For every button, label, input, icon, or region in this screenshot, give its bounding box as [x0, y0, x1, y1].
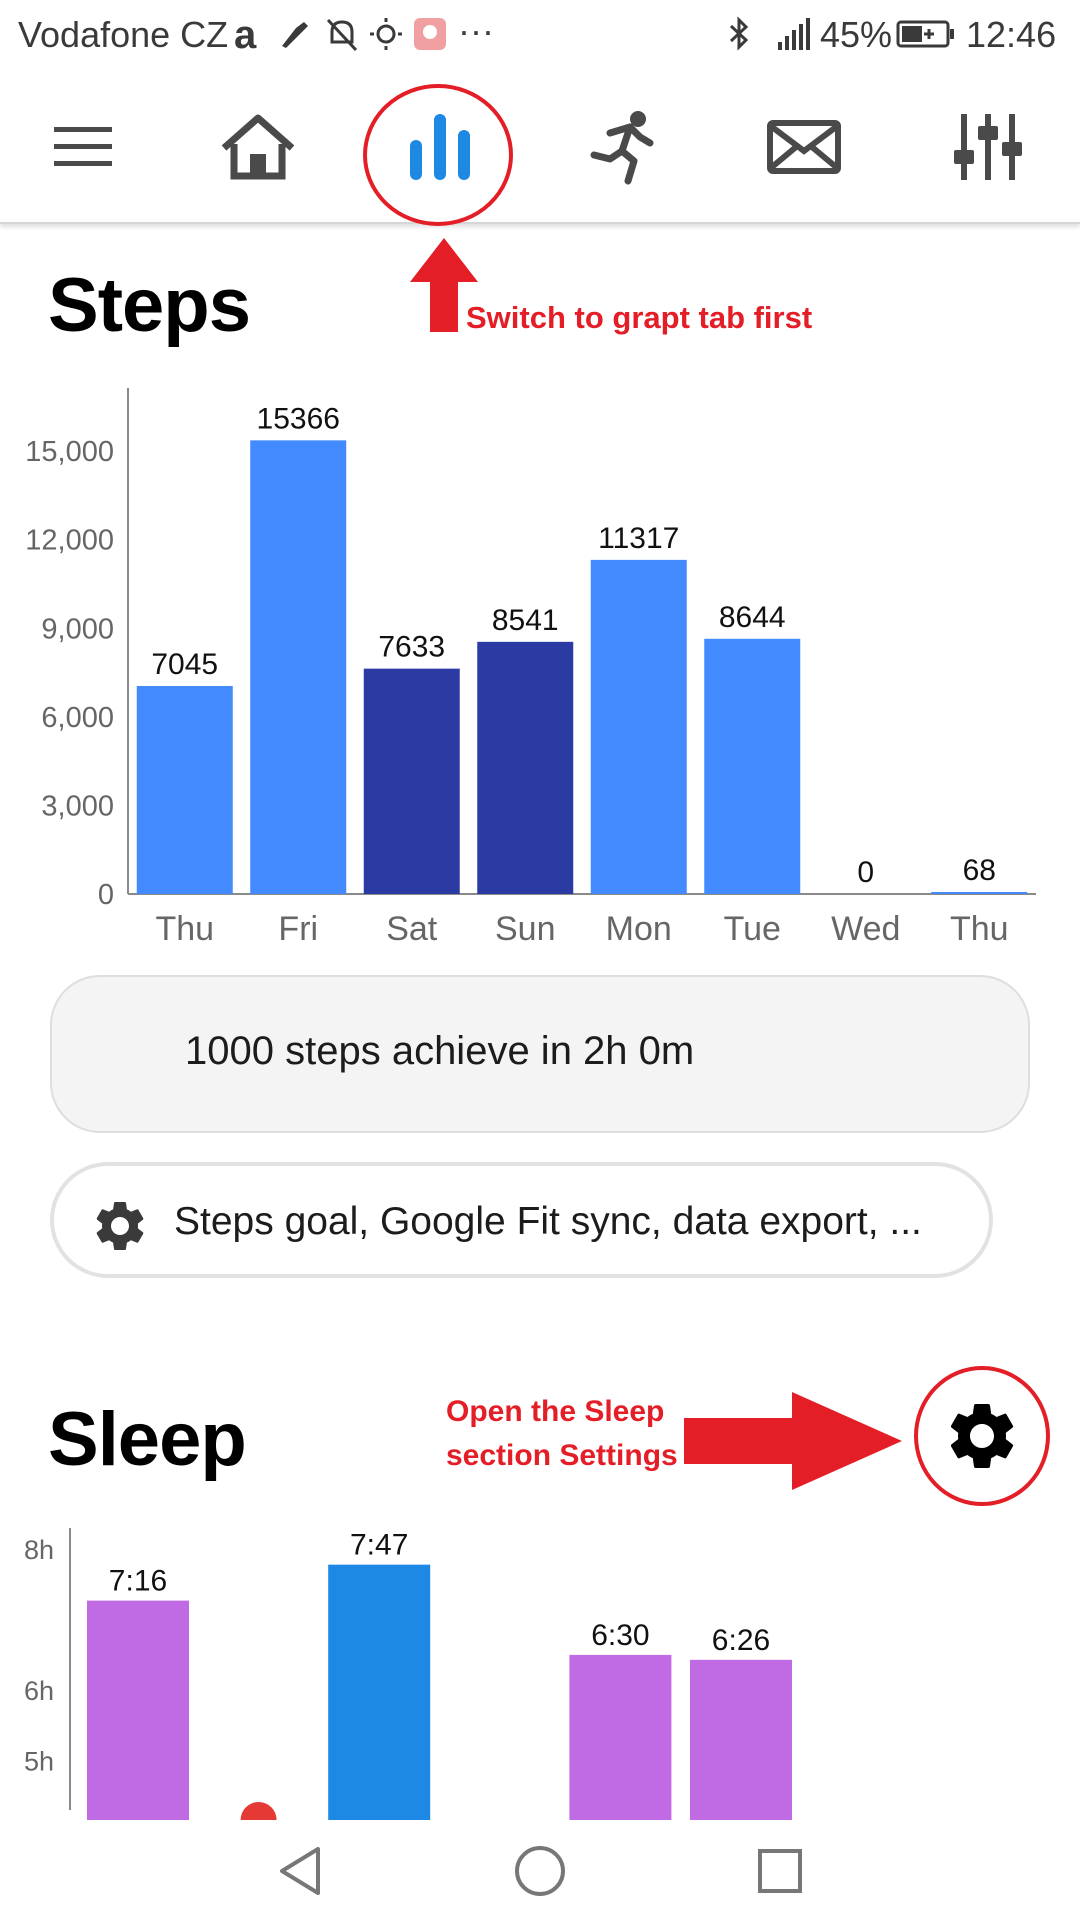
messages-tab[interactable] — [754, 102, 854, 192]
sleep-bar — [328, 1564, 431, 1820]
open-sleep-annotation-line2: section Settings — [446, 1439, 678, 1472]
app-a-icon: a — [234, 13, 257, 56]
battery-percent: 45% — [820, 14, 893, 55]
steps-data-label: 8644 — [719, 601, 786, 634]
system-recents-button[interactable] — [740, 1836, 820, 1906]
sleep-title: Sleep — [48, 1397, 247, 1482]
mail-icon — [767, 120, 841, 174]
sleep-bar — [690, 1659, 792, 1820]
y-tick-label: 15,000 — [25, 436, 114, 468]
x-tick-label: Sun — [495, 910, 556, 948]
more-notifications: ··· — [458, 10, 494, 51]
annotation-right-arrow — [684, 1392, 902, 1490]
steps-bar — [136, 686, 233, 894]
home-circle-icon — [515, 1846, 565, 1896]
signal-icon — [778, 18, 810, 50]
back-triangle-icon — [280, 1847, 320, 1895]
home-icon — [221, 114, 295, 180]
sleep-bar-chart: 5h6h8h7:163:387:476:306:2682 — [24, 1528, 792, 1820]
x-tick-label: Fri — [278, 910, 318, 948]
battery-charging-icon — [896, 20, 954, 48]
gear-icon — [96, 1202, 144, 1250]
y-tick-label: 12,000 — [25, 525, 114, 557]
sleep-settings-button[interactable] — [942, 1396, 1022, 1476]
steps-bar — [931, 891, 1028, 894]
y-tick-label: 6h — [24, 1676, 54, 1706]
running-person-icon — [590, 111, 654, 185]
x-tick-label: Thu — [155, 910, 214, 948]
status-bar: Vodafone CZ a ··· 45% 12:46 — [0, 0, 1080, 72]
home-tab[interactable] — [208, 102, 308, 192]
y-tick-label: 5h — [24, 1747, 54, 1777]
sleep-bar — [87, 1600, 189, 1820]
system-back-button[interactable] — [262, 1836, 342, 1906]
x-tick-label: Wed — [831, 910, 900, 948]
sleep-data-label: 7:47 — [350, 1529, 408, 1562]
open-sleep-annotation-line1: Open the Sleep — [446, 1395, 665, 1428]
y-tick-label: 9,000 — [41, 613, 114, 645]
steps-data-label: 7633 — [378, 631, 445, 664]
x-tick-label: Sat — [386, 910, 438, 948]
graph-tab-highlight-circle — [363, 84, 513, 226]
system-home-button[interactable] — [500, 1836, 580, 1906]
recents-square-icon — [758, 1849, 802, 1893]
steps-settings-button[interactable]: Steps goal, Google Fit sync, data export… — [50, 1162, 993, 1278]
steps-data-label: 7045 — [151, 648, 218, 681]
sleep-data-label: 6:26 — [712, 1624, 770, 1657]
menu-button[interactable] — [34, 102, 134, 192]
steps-data-label: 15366 — [257, 402, 340, 435]
steps-achievement-box: 1000 steps achieve in 2h 0m — [50, 975, 1030, 1133]
x-tick-label: Tue — [724, 910, 781, 948]
switch-tab-annotation: Switch to grapt tab first — [466, 300, 813, 335]
steps-bar — [590, 559, 687, 894]
y-tick-label: 6,000 — [41, 702, 114, 734]
y-tick-label: 3,000 — [41, 790, 114, 822]
steps-data-label: 11317 — [598, 522, 679, 555]
settings-tab[interactable] — [938, 102, 1038, 192]
gear-icon — [950, 1404, 1014, 1468]
x-tick-label: Thu — [950, 910, 1009, 948]
svg-text:a: a — [234, 13, 257, 56]
notifications-off-icon — [326, 18, 358, 52]
sleep-data-label: 7:16 — [109, 1565, 167, 1598]
bluetooth-icon — [729, 16, 749, 51]
x-tick-label: Mon — [606, 910, 672, 948]
steps-bar-chart: 0 3,000 6,000 9,000 12,000 15,000 7045 Thu 15366… — [25, 388, 1036, 948]
hamburger-menu-icon — [54, 127, 112, 166]
clock: 12:46 — [966, 14, 1057, 55]
huawei-app-icon — [414, 18, 446, 50]
top-navigation-bar — [0, 72, 1080, 224]
y-tick-label: 8h — [24, 1535, 54, 1565]
steps-title: Steps — [48, 263, 251, 348]
activity-tab[interactable] — [574, 102, 674, 192]
steps-data-label: 8541 — [492, 604, 559, 637]
steps-data-label: 0 — [857, 856, 874, 889]
carrier-name: Vodafone CZ — [18, 14, 229, 55]
steps-bar — [477, 641, 574, 894]
steps-achievement-text: 1000 steps achieve in 2h 0m — [185, 1029, 695, 1073]
steps-data-label: 68 — [963, 854, 996, 887]
steps-settings-label: Steps goal, Google Fit sync, data export… — [174, 1200, 922, 1243]
sleep-data-label: 6:30 — [591, 1619, 649, 1652]
brightness-icon — [370, 18, 402, 50]
sleep-marker-dot — [240, 1802, 277, 1820]
steps-bar — [250, 440, 347, 894]
steps-bar — [363, 668, 460, 894]
sliders-icon — [954, 114, 1022, 180]
y-tick-label: 0 — [98, 879, 114, 911]
sleep-bar — [569, 1654, 672, 1820]
sports-app-icon — [282, 22, 308, 48]
steps-bar — [704, 638, 801, 894]
